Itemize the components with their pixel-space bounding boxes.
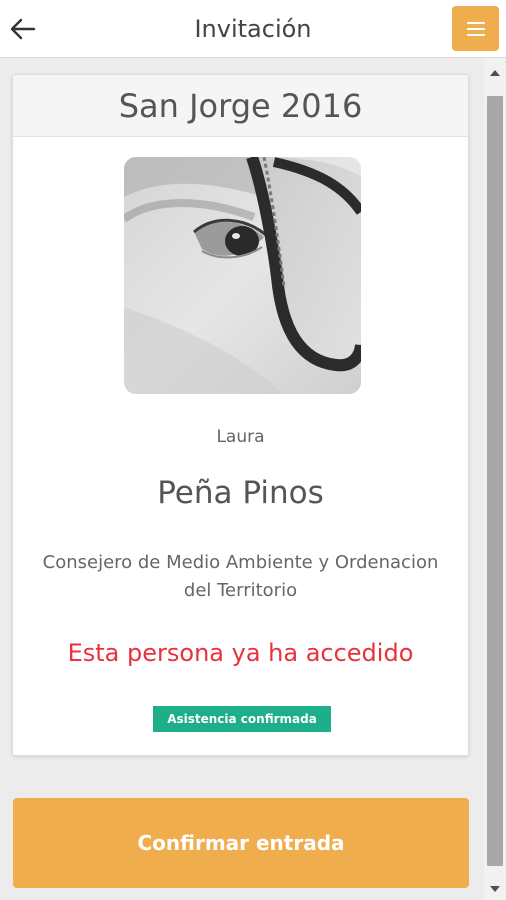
invitation-card: San Jorge 2016 Laura Peña Pinos Consejer… bbox=[12, 74, 469, 756]
top-app-bar: Invitación bbox=[0, 0, 506, 58]
access-warning: Esta persona ya ha accedido bbox=[67, 639, 414, 667]
caret-up-icon bbox=[490, 70, 500, 76]
scrollbar[interactable] bbox=[484, 58, 506, 900]
hamburger-menu-icon bbox=[466, 21, 485, 36]
confirm-entry-button[interactable]: Confirmar entrada bbox=[13, 798, 469, 888]
menu-button[interactable] bbox=[452, 6, 499, 51]
scroll-down-arrow[interactable] bbox=[484, 878, 506, 900]
scroll-up-arrow[interactable] bbox=[484, 62, 506, 84]
last-name: Peña Pinos bbox=[157, 475, 324, 511]
first-name: Laura bbox=[216, 427, 265, 447]
caret-down-icon bbox=[490, 886, 500, 892]
event-title: San Jorge 2016 bbox=[13, 75, 468, 137]
job-position: Consejero de Medio Ambiente y Ordenacion… bbox=[42, 552, 439, 601]
status-badge: Asistencia confirmada bbox=[153, 706, 331, 732]
page-title: Invitación bbox=[194, 15, 312, 43]
scroll-thumb[interactable] bbox=[487, 96, 503, 866]
profile-photo bbox=[124, 157, 361, 394]
